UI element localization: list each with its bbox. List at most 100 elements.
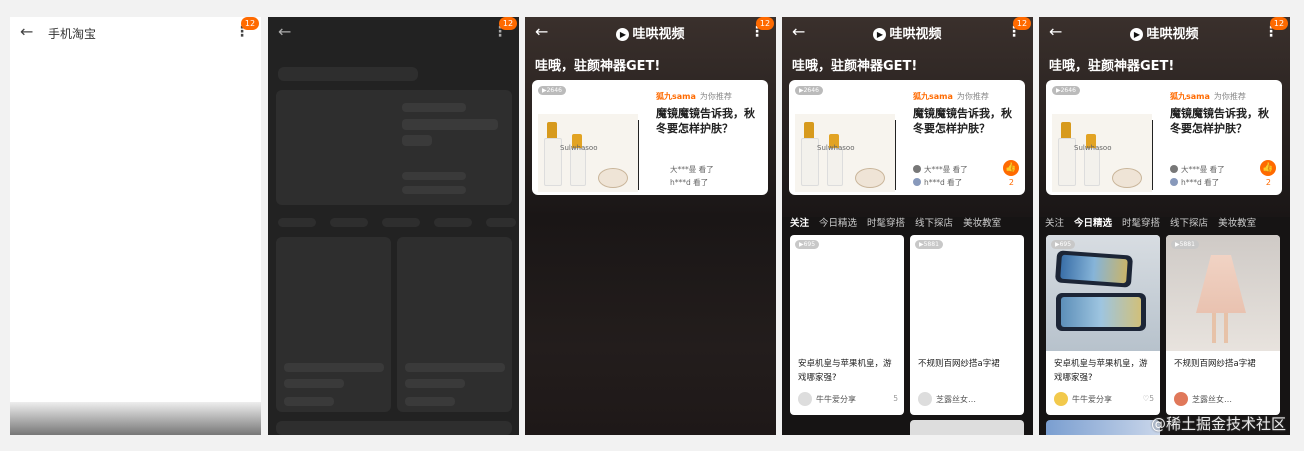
viewer-avatar	[1170, 165, 1178, 173]
phone-panel-5: ← ▶ 哇哄视频 ⋮ 12 哇哦，驻颜神器GET! ▶2646 Sulwhasoo…	[1039, 17, 1290, 435]
author-name[interactable]: 牛牛爱分享	[816, 395, 856, 404]
author-name[interactable]: 狐九sama	[1170, 92, 1210, 101]
tab-makeup[interactable]: 美妆教室	[963, 215, 1001, 227]
viewer-line: h***d 看了	[670, 178, 709, 187]
viewer-text: 大***曼 看了	[1181, 165, 1225, 174]
back-arrow-icon[interactable]: ←	[278, 22, 291, 42]
cushion-compact	[1112, 168, 1142, 188]
back-arrow-icon[interactable]: ←	[20, 22, 33, 42]
tab-follow[interactable]: 关注	[1045, 215, 1064, 227]
view-count-badge: ▶2646	[795, 86, 823, 95]
cushion-compact	[598, 168, 628, 188]
viewer-avatar	[913, 178, 921, 186]
skeleton-tab	[382, 218, 420, 227]
leg	[1224, 313, 1228, 343]
bottle	[570, 148, 586, 186]
thumbs-up-icon[interactable]: 👍	[1003, 160, 1019, 176]
video-author: 芝露丝女…	[918, 392, 1018, 406]
message-badge: 12	[241, 17, 259, 30]
viewer-text: h***d 看了	[924, 178, 963, 187]
video-card[interactable]: ▶695 安卓机皇与苹果机皇，游戏哪家强? 牛牛爱分享 ♡5	[1046, 235, 1160, 415]
brand-name: 哇哄视频	[1146, 27, 1199, 42]
video-title: 安卓机皇与苹果机皇，游戏哪家强?	[798, 359, 892, 383]
play-logo-icon: ▶	[616, 28, 630, 41]
viewer-avatar	[1170, 178, 1178, 186]
top-bar: ← 手机淘宝 ⋮ 12	[10, 17, 261, 49]
top-bar: ← ▶ 哇哄视频 ⋮ 12	[525, 17, 776, 49]
skeleton-line	[402, 103, 466, 112]
phone-device	[1054, 250, 1134, 288]
like-count: 2	[1265, 178, 1271, 187]
content-placeholder	[525, 217, 776, 435]
author-name[interactable]: 芝露丝女…	[936, 395, 976, 404]
skeleton-footer	[276, 421, 512, 435]
headline: 哇哦，驻颜神器GET!	[792, 59, 918, 74]
bottom-shade	[10, 402, 261, 435]
tab-today[interactable]: 今日精选	[1074, 215, 1112, 227]
top-bar: ← ⋮ 12	[268, 17, 519, 49]
video-card[interactable]: ▶5881 不规则百网纱搭a字裙 芝露丝女…	[1166, 235, 1280, 415]
brand-title: ▶ 哇哄视频	[1039, 23, 1290, 42]
phone-panel-2: ← ⋮ 12	[268, 17, 519, 435]
author-line: 狐九sama 为你推荐	[1170, 91, 1246, 102]
like-count: 2	[1008, 178, 1014, 187]
tab-offline[interactable]: 线下探店	[1170, 215, 1208, 227]
bottle	[1084, 148, 1100, 186]
viewer-text: h***d 看了	[1181, 178, 1220, 187]
avatar	[798, 392, 812, 406]
skeleton-line	[402, 186, 466, 194]
feature-card[interactable]: ▶2646 Sulwhasoo 狐九sama 为你推荐 魔镜魔镜告诉我，秋冬要怎样…	[789, 80, 1025, 195]
skeleton-line	[405, 363, 505, 372]
view-count-badge: ▶5881	[1171, 240, 1199, 249]
tab-offline[interactable]: 线下探店	[915, 215, 953, 227]
avatar	[1054, 392, 1068, 406]
video-card[interactable]: ▶5881 不规则百网纱搭a字裙 芝露丝女…	[910, 235, 1024, 415]
headline: 哇哦，驻颜神器GET!	[1049, 59, 1175, 74]
thumbs-up-icon[interactable]: 👍	[1260, 160, 1276, 176]
tab-today[interactable]: 今日精选	[819, 215, 857, 227]
video-author: 芝露丝女…	[1174, 392, 1274, 406]
product-image: Sulwhasoo	[538, 114, 638, 192]
tab-follow[interactable]: 关注	[790, 215, 809, 227]
skeleton-line	[284, 363, 384, 372]
author-name[interactable]: 狐九sama	[656, 92, 696, 101]
video-author: 牛牛爱分享 ♡5	[1054, 392, 1154, 406]
skeleton-card	[276, 90, 512, 205]
card-title: 魔镜魔镜告诉我，秋冬要怎样护肤？	[913, 107, 1012, 135]
play-logo-icon: ▶	[1130, 28, 1144, 41]
tab-fashion[interactable]: 时髦穿搭	[1122, 215, 1160, 227]
category-tabs: 关注 今日精选 时髦穿搭 线下探店 美妆教室	[782, 211, 1033, 227]
product-brand-text: Sulwhasoo	[560, 144, 598, 152]
message-badge: 12	[1013, 17, 1031, 30]
author-name[interactable]: 牛牛爱分享	[1072, 395, 1112, 404]
like-count: 5	[893, 394, 898, 403]
video-thumbnail	[1046, 235, 1160, 351]
screen	[1061, 297, 1141, 327]
message-badge: 12	[756, 17, 774, 30]
message-badge: 12	[499, 17, 517, 30]
phone-device	[1056, 293, 1146, 331]
like-count-value: 5	[1149, 394, 1154, 403]
skeleton-line	[402, 119, 498, 130]
avatar	[918, 392, 932, 406]
view-count-badge: ▶5881	[915, 240, 943, 249]
viewer-text: 大***曼 看了	[924, 165, 968, 174]
brand-name: 哇哄视频	[889, 27, 942, 42]
cushion-compact	[855, 168, 885, 188]
app-title: 手机淘宝	[48, 27, 97, 41]
tab-makeup[interactable]: 美妆教室	[1218, 215, 1256, 227]
feature-card[interactable]: ▶2646 Sulwhasoo 狐九sama 为你推荐 魔镜魔镜告诉我，秋冬要怎样…	[532, 80, 768, 195]
phone-panel-3: ← ▶ 哇哄视频 ⋮ 12 哇哦，驻颜神器GET! ▶2646 Sulwhasoo…	[525, 17, 776, 435]
author-name[interactable]: 芝露丝女…	[1192, 395, 1232, 404]
divider	[895, 120, 896, 190]
top-bar: ← ▶ 哇哄视频 ⋮ 12	[782, 17, 1033, 49]
feature-card[interactable]: ▶2646 Sulwhasoo 狐九sama 为你推荐 魔镜魔镜告诉我，秋冬要怎样…	[1046, 80, 1282, 195]
leg	[1212, 313, 1216, 343]
video-title: 安卓机皇与苹果机皇，游戏哪家强?	[1054, 359, 1148, 383]
author-name[interactable]: 狐九sama	[913, 92, 953, 101]
skeleton-line	[284, 397, 334, 406]
video-thumbnail	[1166, 235, 1280, 351]
video-card[interactable]: ▶695 安卓机皇与苹果机皇，游戏哪家强? 牛牛爱分享 5	[790, 235, 904, 415]
tab-fashion[interactable]: 时髦穿搭	[867, 215, 905, 227]
skeleton-line	[284, 379, 344, 388]
